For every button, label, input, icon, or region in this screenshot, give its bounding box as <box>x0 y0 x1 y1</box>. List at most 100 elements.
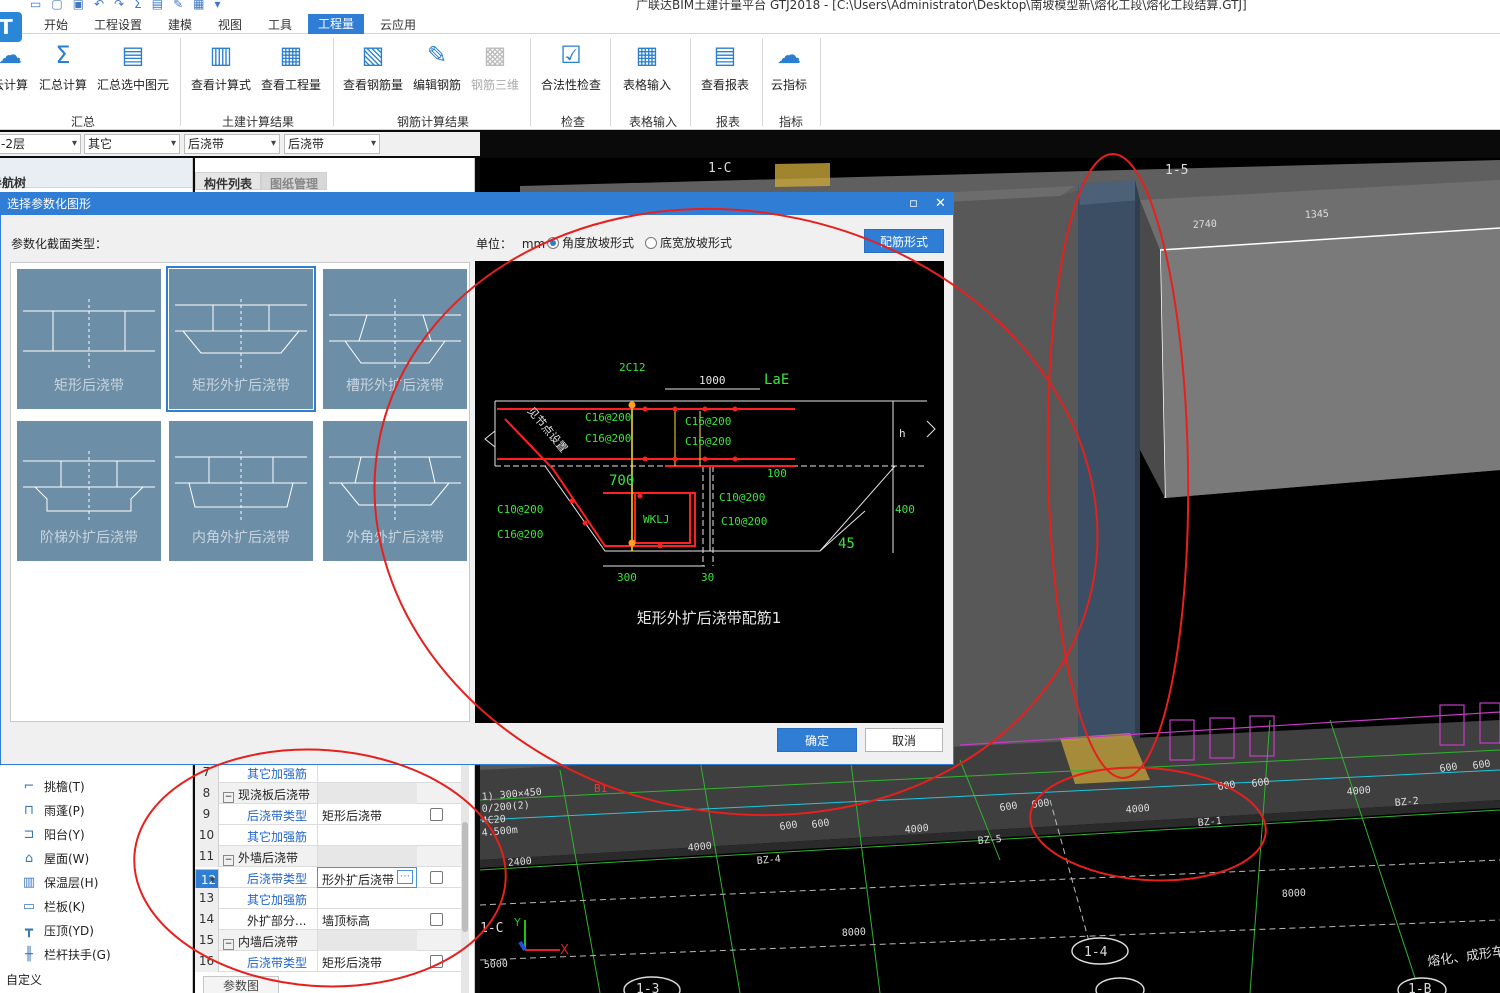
property-value[interactable] <box>317 825 417 846</box>
shape-option[interactable]: 槽形外扩后浇带 <box>323 269 467 409</box>
quick-access-toolbar[interactable]: ▭ ▢ ▣ ↶ ↷ Σ ▤ ✎ ▦ ▾ <box>30 0 221 11</box>
property-scrollbar[interactable] <box>461 762 469 993</box>
summary-selected-button[interactable]: ▤ 汇总选中图元 <box>97 40 169 93</box>
property-name[interactable]: 后浇带类型 <box>247 954 307 971</box>
property-value[interactable] <box>317 888 417 909</box>
view-rebar-button[interactable]: ▧ 查看钢筋量 <box>343 40 403 93</box>
collapse-icon[interactable]: − <box>223 939 234 950</box>
row-number[interactable]: 16 <box>195 951 219 972</box>
view-report-button[interactable]: ▤ 查看报表 <box>701 40 749 93</box>
table-input-button[interactable]: ▦ 表格输入 <box>623 40 671 93</box>
property-row[interactable]: 7 其它加强筋 <box>195 762 461 783</box>
menu-cloud-apps[interactable]: 云应用 <box>380 16 416 33</box>
property-name[interactable]: 其它加强筋 <box>247 765 307 782</box>
menu-start[interactable]: 开始 <box>44 16 68 33</box>
ok-button[interactable]: 确定 <box>777 728 857 752</box>
property-checkbox[interactable] <box>430 871 443 884</box>
tab-drawing-manager[interactable]: 图纸管理 <box>261 172 328 191</box>
property-value[interactable]: 墙顶标高 <box>317 909 417 930</box>
row-number[interactable]: 7 <box>195 762 219 783</box>
row-number[interactable]: 13 <box>195 888 219 909</box>
sigma-icon[interactable]: Σ <box>134 0 142 11</box>
menu-tools[interactable]: 工具 <box>268 16 292 33</box>
view-icon[interactable]: ▤ <box>152 0 163 11</box>
rebar-config-button[interactable]: 配筋形式 <box>864 229 944 253</box>
row-number[interactable]: 10 <box>195 825 219 846</box>
property-checkbox[interactable] <box>430 955 443 968</box>
type-select[interactable]: 后浇带 <box>184 134 280 154</box>
property-value[interactable]: 形外扩后浇带 ⋯ <box>317 867 417 888</box>
row-number[interactable]: 14 <box>195 909 219 930</box>
shape-option[interactable]: 外角外扩后浇带 <box>323 421 467 561</box>
radio-width-option[interactable]: 底宽放坡形式 <box>645 234 732 251</box>
property-row[interactable]: 10 其它加强筋 <box>195 825 461 846</box>
floor-select[interactable]: -2层 <box>0 134 81 154</box>
row-number[interactable]: 8 <box>195 783 219 804</box>
component-select[interactable]: 后浇带 <box>284 134 380 154</box>
property-row[interactable]: 13 其它加强筋 <box>195 888 461 909</box>
view-formula-button[interactable]: ▥ 查看计算式 <box>191 40 251 93</box>
undo-icon[interactable]: ↶ <box>94 0 104 11</box>
summary-calc-button[interactable]: Σ 汇总计算 <box>39 40 87 93</box>
property-name[interactable]: 后浇带类型 <box>247 870 307 887</box>
property-value[interactable] <box>317 762 417 783</box>
property-checkbox[interactable] <box>430 913 443 926</box>
maximize-icon[interactable]: ▫ <box>909 193 918 215</box>
tab-parameter-graph[interactable]: 参数图 <box>203 976 279 993</box>
menu-modeling[interactable]: 建模 <box>168 16 192 33</box>
shape-option[interactable]: 阶梯外扩后浇带 <box>17 421 161 561</box>
row-number[interactable]: 15 <box>195 930 219 951</box>
radio-width[interactable] <box>645 237 657 249</box>
property-name[interactable]: 其它加强筋 <box>247 828 307 845</box>
property-name[interactable]: 其它加强筋 <box>247 891 307 908</box>
tree-item-canopy[interactable]: ⊓ 雨蓬(P) <box>20 802 85 819</box>
property-group-row[interactable]: 8− 现浇板后浇带 <box>195 783 461 804</box>
category-select[interactable]: 其它 <box>84 134 180 154</box>
view-quantity-button[interactable]: ▦ 查看工程量 <box>261 40 321 93</box>
close-icon[interactable]: ✕ <box>935 193 946 215</box>
tree-item-parapet[interactable]: ▭ 栏板(K) <box>20 898 85 915</box>
tab-component-list[interactable]: 构件列表 <box>195 172 262 191</box>
cloud-calc-button[interactable]: ☁ 云计算 <box>0 40 28 93</box>
rebar-3d-button[interactable]: ▩ 钢筋三维 <box>471 40 519 93</box>
tree-item-eave[interactable]: ⌐ 挑檐(T) <box>20 778 85 795</box>
property-row[interactable]: 16 后浇带类型 矩形后浇带 <box>195 951 461 972</box>
save-icon[interactable]: ▣ <box>73 0 84 11</box>
collapse-icon[interactable]: − <box>223 792 234 803</box>
cloud-index-button[interactable]: ☁ 云指标 <box>771 40 807 93</box>
edit-icon[interactable]: ✎ <box>173 0 183 11</box>
property-row[interactable]: 9 后浇带类型 矩形后浇带 <box>195 804 461 825</box>
tree-item-coping[interactable]: ┳ 压顶(YD) <box>20 922 94 939</box>
property-row[interactable]: 12 后浇带类型形外扩后浇带⋯ <box>195 867 461 891</box>
menu-view[interactable]: 视图 <box>218 16 242 33</box>
shape-option[interactable]: 矩形外扩后浇带 <box>166 266 316 412</box>
property-checkbox[interactable] <box>430 808 443 821</box>
customize-icon[interactable]: ▾ <box>215 0 221 11</box>
property-group-row[interactable]: 15− 内墙后浇带 <box>195 930 461 951</box>
validity-check-button[interactable]: ☑ 合法性检查 <box>541 40 601 93</box>
tree-item-insulation[interactable]: ▥ 保温层(H) <box>20 874 99 891</box>
property-row[interactable]: 14 外扩部分... 墙顶标高 <box>195 909 461 930</box>
cancel-button[interactable]: 取消 <box>865 728 943 752</box>
shape-option[interactable]: 内角外扩后浇带 <box>169 421 313 561</box>
shape-option[interactable]: 矩形后浇带 <box>17 269 161 409</box>
tree-item-roof[interactable]: ⌂ 屋面(W) <box>20 850 89 867</box>
scrollbar-thumb[interactable] <box>462 822 468 932</box>
collapse-icon[interactable]: − <box>223 855 234 866</box>
menu-quantities[interactable]: 工程量 <box>308 14 365 34</box>
property-value[interactable]: 矩形后浇带 <box>317 951 417 972</box>
ellipsis-button[interactable]: ⋯ <box>397 870 413 884</box>
tree-item-railing[interactable]: ╫ 栏杆扶手(G) <box>20 946 111 963</box>
open-file-icon[interactable]: ▢ <box>51 0 62 11</box>
print-icon[interactable]: ▦ <box>193 0 204 11</box>
tree-item-custom[interactable]: 自定义 <box>6 971 42 988</box>
menu-project-settings[interactable]: 工程设置 <box>94 16 142 33</box>
row-number[interactable]: 12 <box>195 869 219 891</box>
row-number[interactable]: 9 <box>195 804 219 825</box>
property-value[interactable]: 矩形后浇带 <box>317 804 417 825</box>
radio-angle-option[interactable]: 角度放坡形式 <box>547 234 634 251</box>
redo-icon[interactable]: ↷ <box>114 0 124 11</box>
row-number[interactable]: 11 <box>195 846 219 867</box>
new-file-icon[interactable]: ▭ <box>30 0 41 11</box>
edit-rebar-button[interactable]: ✎ 编辑钢筋 <box>413 40 461 93</box>
